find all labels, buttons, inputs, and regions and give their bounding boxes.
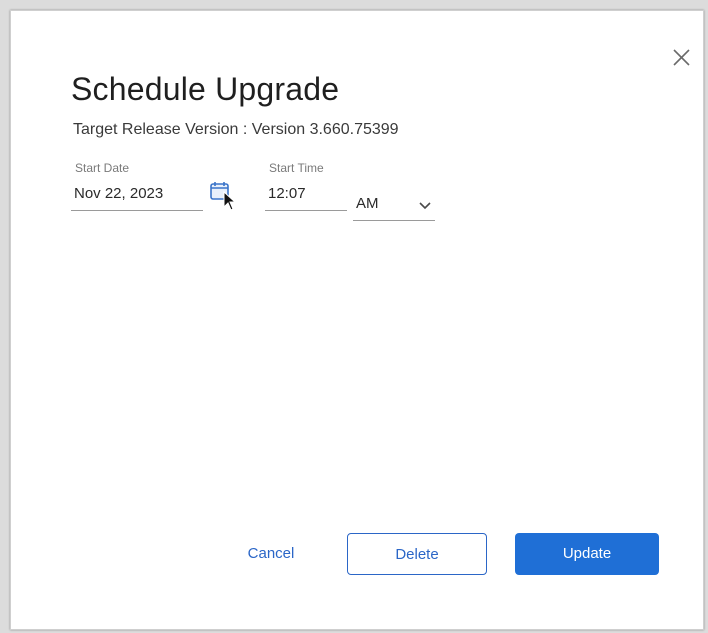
delete-button[interactable]: Delete [347, 533, 487, 575]
start-time-field[interactable]: 12:07 [265, 179, 347, 211]
dialog-title: Schedule Upgrade [71, 71, 340, 107]
update-button[interactable]: Update [515, 533, 659, 575]
chevron-down-icon [419, 202, 431, 210]
close-icon [673, 49, 690, 66]
cancel-button[interactable]: Cancel [216, 533, 326, 575]
target-release-version: Target Release Version : Version 3.660.7… [73, 121, 399, 138]
start-date-field[interactable]: Nov 22, 2023 [71, 179, 203, 211]
meridiem-value: AM [356, 195, 379, 212]
close-button[interactable] [669, 45, 695, 71]
mouse-pointer-icon [223, 191, 237, 211]
meridiem-select[interactable]: AM [353, 189, 435, 221]
schedule-upgrade-dialog: Schedule Upgrade Target Release Version … [10, 10, 704, 630]
start-time-label: Start Time [269, 161, 324, 175]
start-date-label: Start Date [75, 161, 130, 175]
